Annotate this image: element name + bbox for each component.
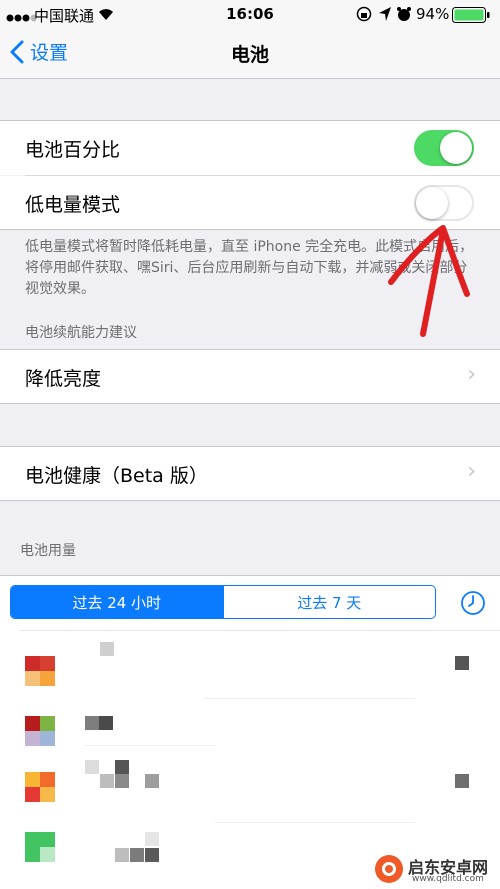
obscured-app-name — [115, 848, 129, 862]
clock-icon[interactable] — [460, 590, 486, 620]
app-icon — [25, 716, 55, 746]
divider — [20, 630, 500, 631]
suggestions-section-header: 电池续航能力建议 — [25, 325, 137, 341]
tab-last-24-hours[interactable]: 过去 24 小时 — [11, 586, 223, 618]
obscured-app-name — [100, 774, 114, 788]
usage-panel — [0, 576, 500, 889]
obscured-app-name — [85, 760, 99, 774]
navigation-bar: 设置 电池 — [0, 28, 500, 79]
watermark-url: www.qdlitd.com — [412, 874, 484, 884]
usage-section-header: 电池用量 — [20, 543, 76, 559]
battery-icon — [452, 7, 492, 27]
usage-period-segmented-control: 过去 24 小时 过去 7 天 — [10, 585, 436, 619]
toggle-knob — [440, 132, 472, 164]
obscured-app-name — [99, 716, 113, 730]
location-icon — [378, 6, 392, 26]
chevron-right-icon: › — [467, 362, 476, 387]
obscured-usage-value — [455, 774, 469, 788]
battery-health-row[interactable]: 电池健康（Beta 版） › — [0, 447, 500, 500]
obscured-app-name — [145, 848, 159, 862]
divider — [215, 822, 415, 823]
battery-percentage-row: 电池百分比 — [0, 121, 500, 175]
alarm-icon — [396, 6, 412, 26]
orientation-lock-icon — [356, 6, 372, 26]
obscured-app-name — [115, 774, 129, 788]
watermark: 启东安卓网 www.qdlitd.com — [370, 850, 500, 889]
divider — [85, 745, 215, 746]
chevron-right-icon: › — [467, 459, 476, 484]
app-icon — [25, 656, 55, 686]
app-icon — [25, 832, 55, 862]
obscured-usage-value — [455, 656, 469, 670]
divider — [205, 698, 415, 699]
tab-last-7-days[interactable]: 过去 7 天 — [222, 586, 436, 618]
obscured-app-name — [100, 642, 114, 656]
annotation-arrow-icon — [388, 225, 470, 337]
reduce-brightness-label: 降低亮度 — [25, 368, 102, 390]
obscured-app-name — [85, 716, 99, 730]
divider — [0, 500, 500, 501]
status-bar: 中国联通 16:06 94% — [0, 0, 500, 28]
toggle-knob — [416, 187, 448, 219]
app-icon — [25, 772, 55, 802]
battery-health-label: 电池健康（Beta 版） — [25, 465, 208, 487]
low-power-mode-label: 低电量模式 — [25, 194, 121, 216]
reduce-brightness-row[interactable]: 降低亮度 › — [0, 350, 500, 403]
battery-percent: 94% — [416, 5, 450, 23]
watermark-logo-icon — [375, 855, 403, 883]
battery-percentage-toggle[interactable] — [414, 130, 474, 166]
battery-percentage-label: 电池百分比 — [25, 139, 121, 161]
obscured-app-name — [115, 760, 129, 774]
low-power-mode-toggle[interactable] — [414, 185, 474, 221]
divider — [0, 403, 500, 404]
obscured-app-name — [130, 848, 144, 862]
obscured-app-name — [145, 774, 159, 788]
obscured-app-name — [145, 832, 159, 846]
page-title: 电池 — [230, 44, 269, 66]
